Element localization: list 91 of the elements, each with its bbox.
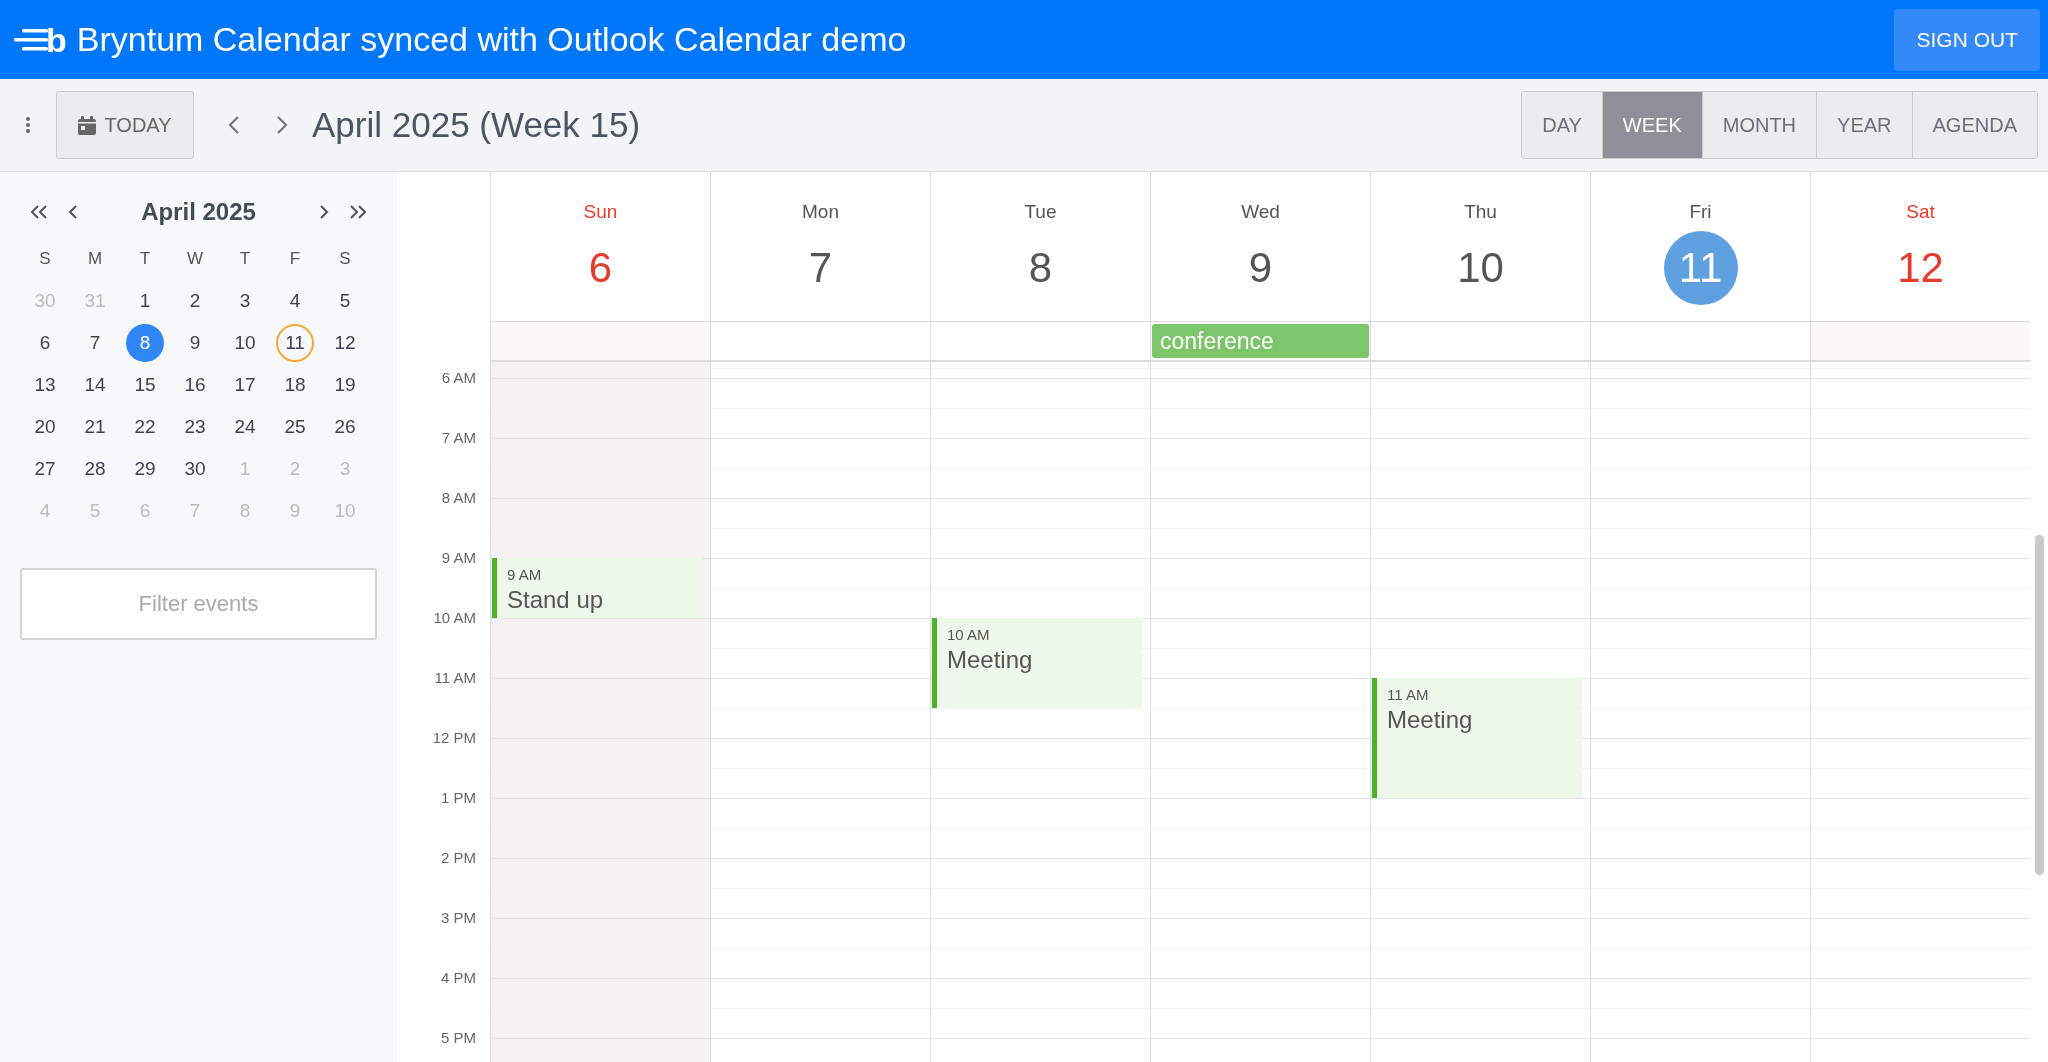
date-cell[interactable]: 16 <box>176 366 214 404</box>
hour-label: 12 PM <box>432 729 476 746</box>
date-cell[interactable]: 7 <box>76 324 114 362</box>
date-cell[interactable]: 30 <box>176 450 214 488</box>
day-name: Mon <box>802 200 839 224</box>
date-cell[interactable]: 4 <box>276 282 314 320</box>
month-title: April 2025 <box>140 197 257 227</box>
date-cell[interactable]: 11 <box>276 324 314 362</box>
hour-label: 4 PM <box>441 969 476 986</box>
calendar-event[interactable]: 11 AM Meeting <box>1372 678 1582 798</box>
date-cell[interactable]: 20 <box>26 408 64 446</box>
date-cell[interactable]: 28 <box>76 450 114 488</box>
date-cell[interactable]: 14 <box>76 366 114 404</box>
date-cell[interactable]: 24 <box>226 408 264 446</box>
hour-label: 10 AM <box>433 609 476 626</box>
today-button[interactable]: TODAY <box>56 91 194 159</box>
hour-label: 7 AM <box>441 429 476 446</box>
date-cell[interactable]: 17 <box>226 366 264 404</box>
view-tab[interactable]: AGENDA <box>1912 92 2037 158</box>
date-cell[interactable]: 9 <box>176 324 214 362</box>
weekday-label: W <box>186 248 203 271</box>
scrollbar-thumb[interactable] <box>2035 535 2044 875</box>
day-number[interactable]: 6 <box>563 230 638 305</box>
hour-label: 11 AM <box>434 669 476 686</box>
date-cell[interactable]: 27 <box>26 450 64 488</box>
date-cell[interactable]: 5 <box>326 282 364 320</box>
logo-lines-icon <box>14 28 48 51</box>
day-name: Tue <box>1024 200 1057 224</box>
date-cell[interactable]: 12 <box>326 324 364 362</box>
view-tab[interactable]: MONTH <box>1702 92 1818 158</box>
hour-label: 5 PM <box>441 1029 476 1046</box>
weekday-label: S <box>339 248 351 271</box>
logo-letter: b <box>46 22 67 57</box>
day-number[interactable]: 9 <box>1223 230 1298 305</box>
hour-label: 8 AM <box>441 489 476 506</box>
day-name: Wed <box>1241 200 1280 224</box>
event-time: 11 AM <box>1387 685 1430 705</box>
hour-label: 2 PM <box>441 849 476 866</box>
day-number[interactable]: 12 <box>1883 230 1958 305</box>
date-cell[interactable]: 6 <box>26 324 64 362</box>
date-cell[interactable]: 19 <box>326 366 364 404</box>
event-time: 9 AM <box>507 565 543 585</box>
day-name: Thu <box>1464 200 1497 224</box>
hour-label: 6 AM <box>441 369 476 386</box>
date-cell[interactable]: 1 <box>126 282 164 320</box>
date-cell[interactable]: 26 <box>326 408 364 446</box>
weekday-label: T <box>239 248 251 271</box>
date-cell[interactable]: 21 <box>76 408 114 446</box>
filter-field[interactable]: Filter events <box>20 568 377 640</box>
app-title: Bryntum Calendar synced with Outlook Calendar demo <box>76 19 907 60</box>
weekday-label: M <box>87 248 103 271</box>
chevron-left-icon <box>228 115 240 135</box>
weekday-label: F <box>289 248 301 271</box>
view-tab[interactable]: YEAR <box>1817 92 1913 158</box>
chevron-left-icon <box>68 204 78 220</box>
date-cell[interactable]: 2 <box>176 282 214 320</box>
hour-label: 1 PM <box>441 789 476 806</box>
date-cell[interactable]: 13 <box>26 366 64 404</box>
view-tab[interactable]: DAY <box>1522 92 1603 158</box>
calendar-icon <box>78 115 97 135</box>
weekday-label: T <box>139 248 151 271</box>
date-cell[interactable]: 29 <box>126 450 164 488</box>
day-number[interactable]: 10 <box>1443 230 1518 305</box>
hour-label: 9 AM <box>441 549 476 566</box>
chevron-right-icon <box>319 204 329 220</box>
date-cell[interactable]: 18 <box>276 366 314 404</box>
date-cell[interactable]: 8 <box>126 324 164 362</box>
event-title: Meeting <box>947 646 1034 673</box>
calendar-event[interactable]: 9 AM Stand up <box>492 558 702 618</box>
date-cell[interactable]: 10 <box>226 324 264 362</box>
calendar-event[interactable]: 10 AM Meeting <box>932 618 1142 708</box>
date-cell[interactable]: 15 <box>126 366 164 404</box>
double-chevron-right-icon <box>349 204 367 220</box>
double-chevron-left-icon <box>30 204 48 220</box>
menu-dots-icon <box>26 117 30 133</box>
day-number[interactable]: 7 <box>783 230 858 305</box>
event-time: 10 AM <box>947 625 991 645</box>
day-name: Sat <box>1906 200 1935 224</box>
date-cell[interactable]: 3 <box>226 282 264 320</box>
date-cell[interactable]: 22 <box>126 408 164 446</box>
hour-label: 3 PM <box>441 909 476 926</box>
day-name: Sun <box>583 200 618 224</box>
weekday-label: S <box>39 248 51 271</box>
date-cell[interactable]: 23 <box>176 408 214 446</box>
day-number[interactable]: 8 <box>1003 230 1078 305</box>
chevron-right-icon <box>276 115 288 135</box>
event-title: Meeting <box>1387 706 1474 733</box>
event-title: Stand up <box>507 586 605 613</box>
date-cell[interactable]: 25 <box>276 408 314 446</box>
day-name: Fri <box>1689 200 1712 224</box>
date-range-title: April 2025 (Week 15) <box>312 103 641 146</box>
